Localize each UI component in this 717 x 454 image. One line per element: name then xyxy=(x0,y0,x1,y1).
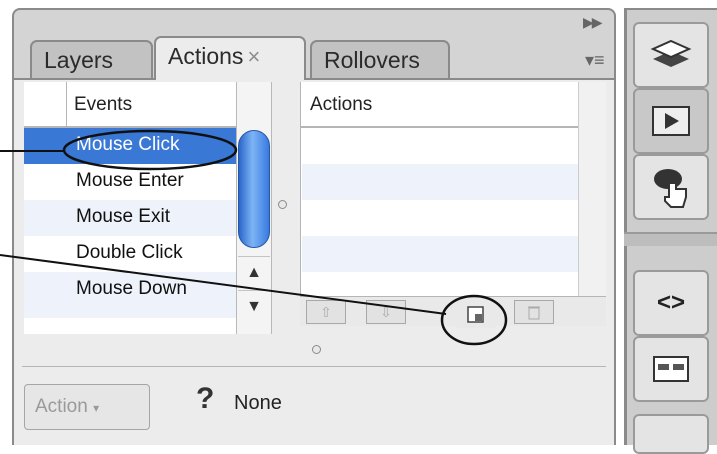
expand-icon[interactable]: ▶▶ xyxy=(583,14,602,31)
code-icon[interactable]: <> xyxy=(633,270,709,336)
new-action-icon[interactable] xyxy=(456,302,496,328)
scroll-thumb[interactable] xyxy=(238,130,270,248)
list-item: Double Click xyxy=(76,242,183,263)
status-text: None xyxy=(234,392,282,414)
dock-button[interactable] xyxy=(633,414,709,454)
panel-menu-icon[interactable]: ▾≡ xyxy=(585,50,605,71)
layers-icon[interactable] xyxy=(633,22,709,88)
hand-pointer-icon[interactable] xyxy=(633,154,709,220)
action-dropdown[interactable]: Action ▾ xyxy=(24,384,150,430)
events-header: Events xyxy=(74,94,133,115)
scroll-up-icon[interactable]: ▲ xyxy=(238,256,270,288)
tab-close-icon[interactable]: × xyxy=(247,44,260,69)
list-item xyxy=(302,164,578,200)
list-item: Mouse Enter xyxy=(76,170,184,191)
scroll-down-icon[interactable]: ▼ xyxy=(238,290,270,322)
play-icon[interactable] xyxy=(633,88,709,154)
resize-handle-icon[interactable] xyxy=(312,345,321,354)
tab-layers[interactable]: Layers xyxy=(30,40,153,78)
arrow-up-icon[interactable]: ⇧ xyxy=(306,300,346,324)
actions-scrollbar[interactable] xyxy=(578,82,606,296)
event-mouse-click[interactable]: Mouse Click xyxy=(24,128,236,164)
event-mouse-exit[interactable]: Mouse Exit xyxy=(24,200,236,236)
list-item: Mouse Down xyxy=(76,278,187,299)
tab-actions[interactable]: Actions × xyxy=(154,36,306,80)
list-item: Mouse Click xyxy=(76,134,180,155)
event-mouse-enter[interactable]: Mouse Enter xyxy=(24,164,236,200)
tab-actions-label: Actions xyxy=(168,43,244,69)
footer-divider xyxy=(22,366,606,367)
event-double-click[interactable]: Double Click xyxy=(24,236,236,272)
trash-icon[interactable] xyxy=(514,300,554,324)
chevron-down-icon: ▾ xyxy=(93,401,100,415)
tab-rollovers[interactable]: Rollovers xyxy=(310,40,450,78)
actions-header: Actions xyxy=(310,94,373,115)
arrow-down-icon[interactable]: ⇩ xyxy=(366,300,406,324)
tab-layers-label: Layers xyxy=(44,47,114,73)
list-item xyxy=(302,236,578,272)
action-dropdown-label: Action xyxy=(35,396,88,417)
help-icon[interactable]: ? xyxy=(196,382,214,416)
dock-divider xyxy=(624,232,717,246)
resize-handle-icon[interactable] xyxy=(278,200,287,209)
tab-rollovers-label: Rollovers xyxy=(324,47,420,73)
list-item: Mouse Exit xyxy=(76,206,170,227)
event-mouse-down[interactable]: Mouse Down xyxy=(24,272,236,318)
table-icon[interactable] xyxy=(633,336,709,402)
actions-header-line xyxy=(300,126,578,128)
